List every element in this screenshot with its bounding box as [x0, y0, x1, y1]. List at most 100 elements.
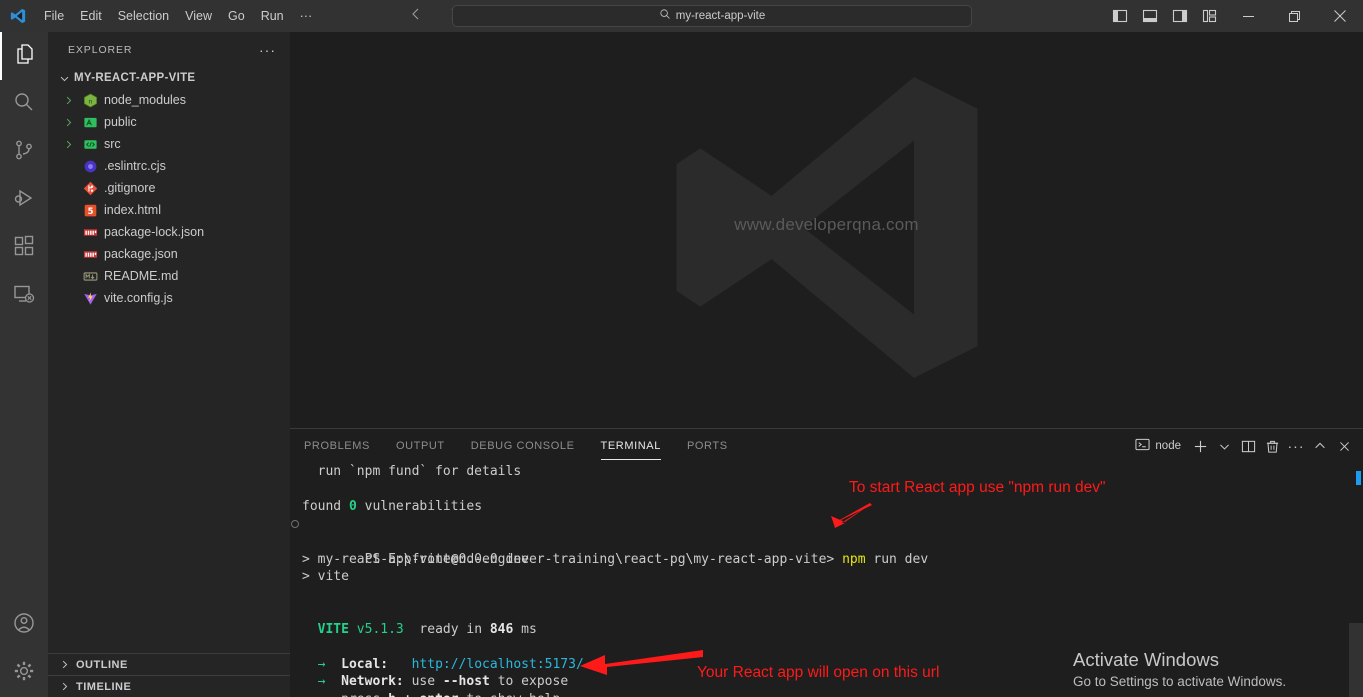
- terminal-shell-label: node: [1155, 440, 1181, 452]
- tab-output[interactable]: OUTPUT: [396, 429, 445, 463]
- close-panel-button[interactable]: [1333, 435, 1355, 457]
- tree-item-vite-config-js[interactable]: vite.config.js: [48, 287, 290, 309]
- panel-more-actions-icon[interactable]: ···: [1285, 435, 1307, 457]
- sidebar-item-remote-explorer[interactable]: [0, 272, 48, 320]
- menu-file[interactable]: File: [36, 5, 72, 27]
- public-folder-icon: [80, 115, 100, 130]
- tree-item-node_modules[interactable]: n node_modules: [48, 89, 290, 111]
- source-control-icon: [12, 138, 36, 167]
- maximize-button[interactable]: [1271, 0, 1317, 32]
- tree-item-src[interactable]: src: [48, 133, 290, 155]
- menu-edit[interactable]: Edit: [72, 5, 110, 27]
- terminal-text: ms: [513, 621, 537, 637]
- tree-item-readme-md[interactable]: README.md: [48, 265, 290, 287]
- terminal-local-url[interactable]: http://localhost:5173/: [412, 657, 584, 672]
- terminal-text: v5.1.3: [356, 621, 404, 637]
- eslint-icon: [80, 159, 100, 174]
- terminal-text: vulnerabilities: [356, 499, 483, 514]
- accounts-button[interactable]: [0, 601, 48, 649]
- section-timeline[interactable]: TIMELINE: [48, 675, 290, 697]
- tab-problems[interactable]: PROBLEMS: [304, 429, 370, 463]
- tab-debug-console[interactable]: DEBUG CONSOLE: [471, 429, 575, 463]
- menu-go[interactable]: Go: [220, 5, 253, 27]
- window-right-controls: [1105, 0, 1363, 32]
- terminal-scroll-marker: [1356, 471, 1361, 485]
- editor-area: www.developerqna.com: [290, 32, 1363, 428]
- menu-selection[interactable]: Selection: [110, 5, 177, 27]
- sidebar-item-search[interactable]: [0, 80, 48, 128]
- chevron-right-icon: [56, 681, 72, 692]
- tree-item-package-json[interactable]: package.json: [48, 243, 290, 265]
- terminal-text: > my-react-app-vite@0.0.0 dev: [302, 551, 529, 567]
- sidebar-item-run-and-debug[interactable]: [0, 176, 48, 224]
- explorer-header: EXPLORER ···: [48, 32, 290, 67]
- terminal-text: to expose: [489, 674, 569, 689]
- tree-item-package-lock-json[interactable]: package-lock.json: [48, 221, 290, 243]
- chevron-down-icon[interactable]: [1213, 435, 1235, 457]
- gear-icon: [12, 659, 36, 688]
- explorer-root-label: MY-REACT-APP-VITE: [74, 72, 196, 84]
- menu-bar: File Edit Selection View Go Run ···: [36, 0, 320, 32]
- toggle-primary-sidebar-icon[interactable]: [1105, 0, 1135, 32]
- activate-windows-title: Activate Windows: [1073, 649, 1219, 670]
- terminal-text: use: [403, 674, 443, 689]
- tree-item-label: README.md: [104, 269, 179, 283]
- menu-more[interactable]: ···: [292, 5, 321, 27]
- panel-actions: node ···: [1129, 429, 1355, 463]
- tree-item-label: .gitignore: [104, 181, 156, 195]
- terminal-text: VITE: [302, 621, 357, 637]
- terminal-text: press: [341, 692, 388, 697]
- maximize-panel-button[interactable]: [1309, 435, 1331, 457]
- tree-item-gitignore[interactable]: .gitignore: [48, 177, 290, 199]
- close-button[interactable]: [1317, 0, 1363, 32]
- terminal-text: to show help: [459, 692, 560, 697]
- npm-icon: [80, 225, 100, 240]
- src-folder-icon: [80, 137, 100, 152]
- tree-item-label: package.json: [104, 247, 178, 261]
- kill-terminal-button[interactable]: [1261, 435, 1283, 457]
- explorer-title: EXPLORER: [68, 43, 133, 56]
- activate-windows-watermark: Activate Windows Go to Settings to activ…: [1073, 648, 1363, 692]
- toggle-panel-icon[interactable]: [1135, 0, 1165, 32]
- terminal-text: found: [302, 499, 349, 514]
- account-icon: [12, 611, 36, 640]
- tree-item-index-html[interactable]: 5 index.html: [48, 199, 290, 221]
- tree-item-label: vite.config.js: [104, 291, 173, 305]
- more-actions-icon[interactable]: ···: [251, 42, 284, 58]
- vscode-logo-icon: [0, 0, 36, 32]
- terminal-text: run `npm fund` for details: [302, 464, 522, 479]
- tree-item-eslintrc[interactable]: .eslintrc.cjs: [48, 155, 290, 177]
- chevron-down-icon: [56, 73, 72, 84]
- explorer-root-folder[interactable]: MY-REACT-APP-VITE: [48, 67, 290, 89]
- sidebar-item-extensions[interactable]: [0, 224, 48, 272]
- toggle-secondary-sidebar-icon[interactable]: [1165, 0, 1195, 32]
- menu-run[interactable]: Run: [253, 5, 292, 27]
- vscode-window: File Edit Selection View Go Run ··· my-r…: [0, 0, 1363, 697]
- extensions-icon: [12, 234, 36, 263]
- customize-layout-icon[interactable]: [1195, 0, 1225, 32]
- terminal-text: Network:: [341, 674, 404, 689]
- manage-settings-button[interactable]: [0, 649, 48, 697]
- command-center[interactable]: my-react-app-vite: [452, 5, 972, 27]
- sidebar-item-explorer[interactable]: [0, 32, 48, 80]
- menu-view[interactable]: View: [177, 5, 220, 27]
- terminal-shell-selector[interactable]: node: [1129, 437, 1187, 455]
- terminal-line: run `npm fund` for details: [302, 463, 1363, 481]
- annotation-arrow-1: [831, 503, 872, 528]
- chevron-right-icon: [60, 95, 76, 106]
- tab-terminal[interactable]: TERMINAL: [600, 429, 662, 463]
- tree-item-label: package-lock.json: [104, 225, 205, 239]
- tree-item-public[interactable]: public: [48, 111, 290, 133]
- tab-ports[interactable]: PORTS: [687, 429, 728, 463]
- sidebar-item-source-control[interactable]: [0, 128, 48, 176]
- sidebar-bottom-sections: OUTLINE TIMELINE: [48, 653, 290, 697]
- svg-text:5: 5: [87, 205, 93, 215]
- minimize-button[interactable]: [1225, 0, 1271, 32]
- new-terminal-button[interactable]: [1189, 435, 1211, 457]
- split-terminal-button[interactable]: [1237, 435, 1259, 457]
- arrow-left-icon[interactable]: [408, 6, 424, 26]
- section-outline[interactable]: OUTLINE: [48, 653, 290, 675]
- section-label: TIMELINE: [76, 680, 132, 693]
